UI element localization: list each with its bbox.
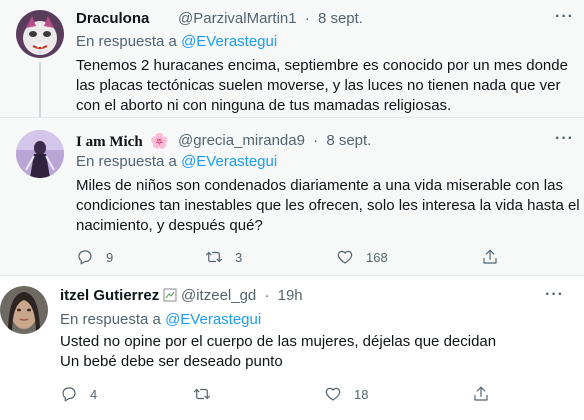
author-name-text: I am Mich [76,134,143,150]
avatar-itzel[interactable] [0,286,48,334]
reply-context: En respuesta a @EVerastegui [76,153,277,170]
like-button[interactable]: 18 [324,385,368,403]
tweet-3[interactable]: itzel Gutierrez @itzeel_gd · 19h ··· En … [0,276,584,420]
flower-emoji-icon: 🌸 [150,134,170,150]
dot-separator: · [304,10,310,27]
tweet-date[interactable]: 8 sept. [318,10,363,27]
avatar-draculona[interactable] [16,10,64,58]
tweet-text-line: Tenemos 2 huracanes encima, septiembre e… [76,57,568,74]
thread-line [39,62,41,117]
handle-text: @ParzivalMartin1 [178,10,297,27]
retweet-button[interactable]: 3 [205,248,242,266]
like-count: 18 [354,386,369,402]
handle-text: @itzeel_gd [181,287,257,304]
avatar-mich[interactable] [16,130,64,178]
author-handle[interactable]: @grecia_miranda9 · 8 sept. [178,132,371,149]
reply-count: 4 [90,386,98,402]
reply-button[interactable]: 9 [76,248,113,266]
author-handle[interactable]: @ParzivalMartin1 · 8 sept. [178,10,363,27]
reply-mention-link[interactable]: @EVerastegui [181,33,277,50]
reply-button[interactable]: 4 [60,385,97,403]
share-icon [483,249,497,264]
tweet-text-line: Un bebé debe ser deseado punto [60,353,283,370]
author-name-text: itzel Gutierrez [60,287,160,304]
more-options-icon[interactable]: ··· [555,8,574,26]
reply-prefix: En respuesta a [76,153,182,170]
broken-image-icon [163,288,177,302]
tweet-text-line: nacimiento, y después qué? [76,217,263,234]
dot-separator: · [264,287,270,304]
retweet-icon [193,388,211,400]
reply-context: En respuesta a @EVerastegui [60,311,261,328]
share-icon [474,386,488,401]
tweet-text-line: condiciones tan inestables que les ofrec… [76,197,580,214]
tweet-text-line: las placas tectónicas suelen moverse, y … [76,77,561,94]
tweet-text: Tenemos 2 huracanes encima, septiembre e… [76,56,568,116]
tweet-date[interactable]: 19h [278,287,303,304]
handle-text: @grecia_miranda9 [178,132,305,149]
author-name[interactable]: Draculona [76,10,149,27]
reply-icon [62,387,76,402]
reply-context: En respuesta a @EVerastegui [76,33,277,50]
tweet-date[interactable]: 8 sept. [326,132,371,149]
reply-mention-link[interactable]: @EVerastegui [181,153,277,170]
like-button[interactable]: 168 [336,248,388,266]
heart-icon [337,250,353,264]
share-button[interactable] [481,248,499,266]
reply-mention-link[interactable]: @EVerastegui [165,311,261,328]
more-options-icon[interactable]: ··· [555,130,574,148]
tweet-text: Usted no opine por el cuerpo de las muje… [60,332,496,372]
author-name[interactable]: itzel Gutierrez [60,287,177,304]
heart-icon [325,387,341,401]
tweet-text-line: Usted no opine por el cuerpo de las muje… [60,333,497,350]
tweet-2[interactable]: I am Mich 🌸 @grecia_miranda9 · 8 sept. ·… [0,118,584,275]
reply-prefix: En respuesta a [76,33,182,50]
tweet-text: Miles de niños son condenados diariament… [76,176,580,236]
author-handle[interactable]: @itzeel_gd · 19h [181,287,303,304]
reply-count: 9 [106,249,114,265]
retweet-button[interactable] [193,385,223,403]
share-button[interactable] [472,385,490,403]
retweet-count: 3 [235,249,243,265]
tweet-text-line: Miles de niños son condenados diariament… [76,177,563,194]
like-count: 168 [366,249,388,265]
tweet-text-line: con el aborto ni con ninguna de tus mama… [76,97,452,114]
author-name[interactable]: I am Mich 🌸 [76,132,169,151]
more-options-icon[interactable]: ··· [545,286,564,304]
retweet-icon [205,251,223,263]
tweet-1[interactable]: Draculona @ParzivalMartin1 · 8 sept. ···… [0,0,584,117]
dot-separator: · [313,132,319,149]
reply-prefix: En respuesta a [60,311,166,328]
reply-icon [78,250,92,265]
